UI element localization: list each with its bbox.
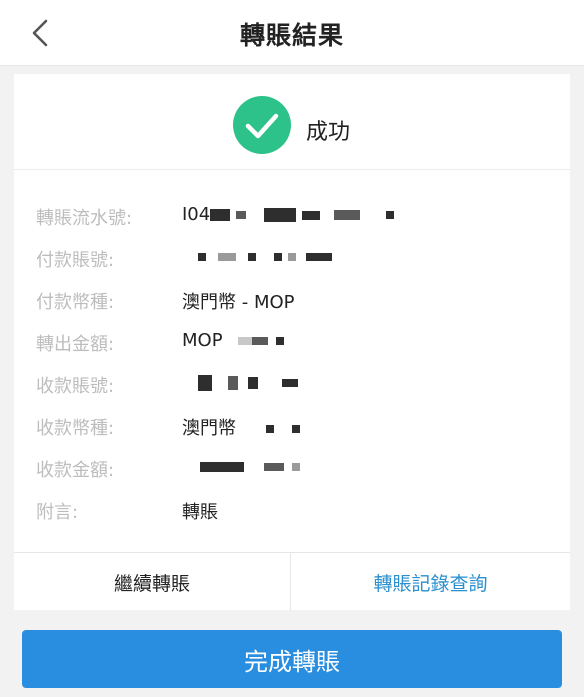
result-card: 成功 轉賬流水號: I04 付款賬號: 付款幣種: 澳門幣 - MOP 轉出金額… (14, 74, 570, 611)
detail-label: 轉賬流水號: (36, 208, 133, 229)
detail-row-payee-amount: 收款金額: (14, 446, 570, 488)
action-bar: 繼續轉賬 轉賬記錄查詢 (14, 552, 570, 611)
detail-value: 轉賬 (182, 502, 218, 523)
complete-transfer-button[interactable]: 完成轉賬 (22, 630, 562, 688)
status-section: 成功 (14, 74, 570, 170)
transfer-history-link[interactable]: 轉賬記錄查詢 (291, 553, 570, 611)
page-title: 轉賬結果 (239, 21, 344, 50)
detail-row-amount-out: 轉出金額: MOP (14, 320, 570, 362)
detail-value: I04 (182, 204, 400, 225)
redacted-block (182, 372, 304, 393)
detail-label: 付款幣種: (36, 292, 115, 313)
redacted-block (242, 418, 306, 439)
redacted-block (210, 204, 400, 225)
detail-value: 澳門幣 - MOP (182, 292, 295, 313)
detail-value (182, 246, 338, 267)
detail-label: 收款幣種: (36, 418, 115, 439)
continue-transfer-button[interactable]: 繼續轉賬 (14, 553, 290, 611)
detail-label: 收款金額: (36, 460, 115, 481)
detail-value: 澳門幣 (182, 414, 306, 440)
redacted-block (228, 330, 290, 351)
check-circle-icon (233, 96, 291, 154)
detail-label: 附言: (36, 502, 79, 523)
detail-row-memo: 附言: 轉賬 (14, 488, 570, 530)
detail-row-payee-currency: 收款幣種: 澳門幣 (14, 404, 570, 446)
redacted-block (182, 246, 338, 267)
detail-label: 付款賬號: (36, 250, 115, 271)
detail-value: MOP (182, 330, 290, 351)
detail-value (182, 372, 304, 393)
detail-label: 收款賬號: (36, 376, 115, 397)
detail-label: 轉出金額: (36, 334, 115, 355)
amount-currency: MOP (182, 330, 223, 351)
top-nav-bar: 轉賬結果 (0, 0, 584, 66)
detail-row-payer-currency: 付款幣種: 澳門幣 - MOP (14, 278, 570, 320)
payee-currency-value: 澳門幣 (182, 418, 236, 439)
detail-row-payer-account: 付款賬號: (14, 236, 570, 278)
status-text: 成功 (306, 120, 351, 145)
detail-row-serial: 轉賬流水號: I04 (14, 194, 570, 236)
serial-prefix: I04 (182, 204, 211, 225)
redacted-block (182, 456, 306, 477)
detail-row-payee-account: 收款賬號: (14, 362, 570, 404)
detail-value (182, 456, 306, 477)
